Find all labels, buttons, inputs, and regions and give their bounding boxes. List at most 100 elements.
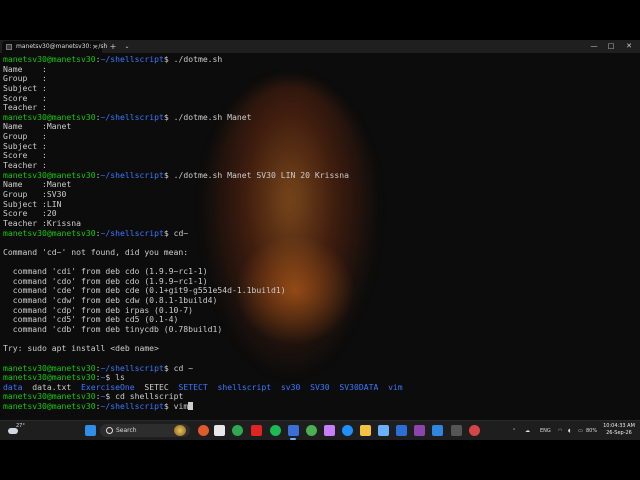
tab-terminal[interactable]: manetsv30@manetsv30: ~/sh × <box>2 41 107 53</box>
search-box[interactable]: Search <box>100 424 190 437</box>
command-text: cd ~ <box>168 362 194 373</box>
prompt-user-host: manetsv30@manetsv30 <box>3 391 96 402</box>
ls-entry: vim <box>388 381 403 392</box>
search-highlight-icon <box>174 425 186 436</box>
ls-entry: sv30 <box>280 381 301 392</box>
letterbox-bottom <box>0 440 640 480</box>
app-icon-purple[interactable] <box>324 425 335 436</box>
ls-gap <box>71 382 81 392</box>
spotify-icon[interactable] <box>270 425 281 436</box>
prompt-user-host: manetsv30@manetsv30 <box>3 372 96 383</box>
prompt-line: manetsv30@manetsv30:~/shellscript$ ./dot… <box>3 169 637 181</box>
command-text: ./dotme.sh <box>168 54 223 64</box>
clock[interactable]: 10:04:33 AM 26-Sep-26 <box>600 423 638 437</box>
close-button[interactable]: ✕ <box>621 40 637 53</box>
file-manager-icon[interactable] <box>214 425 225 436</box>
prompt-line: manetsv30@manetsv30:~/shellscript$ cd~ <box>3 227 637 239</box>
tray-chevron-icon[interactable]: ⌃ <box>512 421 516 441</box>
output-line: Subject : <box>3 140 47 151</box>
folder-icon[interactable] <box>360 425 371 436</box>
ls-gap <box>135 382 145 392</box>
ls-gap <box>271 382 281 392</box>
output-line: Name : <box>3 63 47 74</box>
output-line: Score :20 <box>3 208 57 219</box>
command-text: cd~ <box>168 227 189 238</box>
output-line: Subject :LIN <box>3 198 62 209</box>
output-line: Command 'cd~' not found, did you mean: <box>3 246 189 257</box>
prompt-user-host: manetsv30@manetsv30 <box>3 111 96 122</box>
battery-level: 80% <box>586 428 598 434</box>
prompt-path: ~/shellscript <box>100 227 164 238</box>
command-text: vim <box>168 401 189 412</box>
terminal-output[interactable]: manetsv30@manetsv30:~/shellscript$ ./dot… <box>3 54 637 412</box>
output-line: Group :SV30 <box>3 188 67 199</box>
ls-entry: data.txt <box>32 381 72 392</box>
output-line: Group : <box>3 73 47 84</box>
ls-entry: SETEC <box>144 381 169 392</box>
prompt-user-host: manetsv30@manetsv30 <box>3 54 96 64</box>
output-line: Score : <box>3 150 47 161</box>
new-tab-button[interactable]: + <box>108 40 118 53</box>
terminal-icon <box>6 44 12 50</box>
vscode-icon[interactable] <box>396 425 407 436</box>
ls-gap <box>378 382 388 392</box>
prompt-path: ~/shellscript <box>100 401 164 412</box>
language-indicator[interactable]: ENG <box>540 421 551 441</box>
edge-icon[interactable] <box>342 425 353 436</box>
letterbox-top <box>0 0 640 40</box>
copilot-icon[interactable] <box>198 425 209 436</box>
output-line: Try: sudo apt install <deb name> <box>3 343 159 354</box>
command-text: ls <box>110 372 125 383</box>
weather-widget[interactable]: 27° <box>6 423 26 439</box>
app-icon-violet[interactable] <box>414 425 425 436</box>
ls-entry: shellscript <box>217 381 272 392</box>
output-line: command 'cdb' from deb tinycdb (0.78buil… <box>3 323 223 334</box>
ls-entry: data <box>3 381 23 392</box>
chrome-icon[interactable] <box>232 425 243 436</box>
prompt-user-host: manetsv30@manetsv30 <box>3 362 96 373</box>
battery-icon[interactable]: ▭ <box>578 421 583 441</box>
command-text: ./dotme.sh Manet <box>168 111 252 122</box>
ls-entry: SV30DATA <box>339 381 379 392</box>
prompt-line: manetsv30@manetsv30:~/shellscript$ ./dot… <box>3 54 637 65</box>
prompt-line: manetsv30@manetsv30:~/shellscript$ vim <box>3 401 637 412</box>
output-line: Name :Manet <box>3 179 72 190</box>
clock-time: 10:04:33 AM <box>603 423 635 429</box>
tab-dropdown-button[interactable]: ⌄ <box>122 40 132 53</box>
app-icon-store[interactable] <box>432 425 443 436</box>
prompt-path: ~/shellscript <box>100 362 164 373</box>
maximize-button[interactable]: □ <box>603 40 619 53</box>
ls-gap <box>300 382 310 392</box>
terminal-window: manetsv30@manetsv30: ~/sh × + ⌄ — □ ✕ ma… <box>0 40 640 420</box>
ls-entry: ExerciseOne <box>80 381 135 392</box>
tray-cloud-icon[interactable]: ☁ <box>525 421 530 441</box>
search-label: Search <box>116 427 137 434</box>
wifi-icon[interactable]: ◠ <box>558 421 562 441</box>
search-icon <box>106 427 113 434</box>
command-text: cd shellscript <box>110 391 184 402</box>
temperature: 27° <box>16 423 25 429</box>
start-icon[interactable] <box>85 425 96 436</box>
youtube-icon[interactable] <box>251 425 262 436</box>
app-icon-red[interactable] <box>469 425 480 436</box>
ls-gap <box>169 382 179 392</box>
tab-bar: manetsv30@manetsv30: ~/sh × + ⌄ — □ ✕ <box>0 40 640 53</box>
prompt-path: ~/shellscript <box>100 111 164 122</box>
browser-icon[interactable] <box>306 425 317 436</box>
prompt-user-host: manetsv30@manetsv30 <box>3 169 96 180</box>
app-icon-gray[interactable] <box>451 425 462 436</box>
ls-gap <box>208 382 218 392</box>
output-line: Score : <box>3 92 47 103</box>
prompt-user-host: manetsv30@manetsv30 <box>3 227 96 238</box>
terminal-taskbar-icon[interactable] <box>288 425 299 436</box>
prompt-user-host: manetsv30@manetsv30 <box>3 401 96 412</box>
volume-icon[interactable]: ◖ <box>568 421 571 441</box>
ls-entry: SV30 <box>310 381 330 392</box>
app-icon-blue[interactable] <box>378 425 389 436</box>
tab-close-icon[interactable]: × <box>92 41 98 53</box>
minimize-button[interactable]: — <box>586 40 602 53</box>
ls-gap <box>23 382 33 392</box>
text-cursor <box>188 402 194 411</box>
prompt-path: ~/shellscript <box>100 169 164 180</box>
prompt-line: manetsv30@manetsv30:~/shellscript$ ./dot… <box>3 111 637 123</box>
